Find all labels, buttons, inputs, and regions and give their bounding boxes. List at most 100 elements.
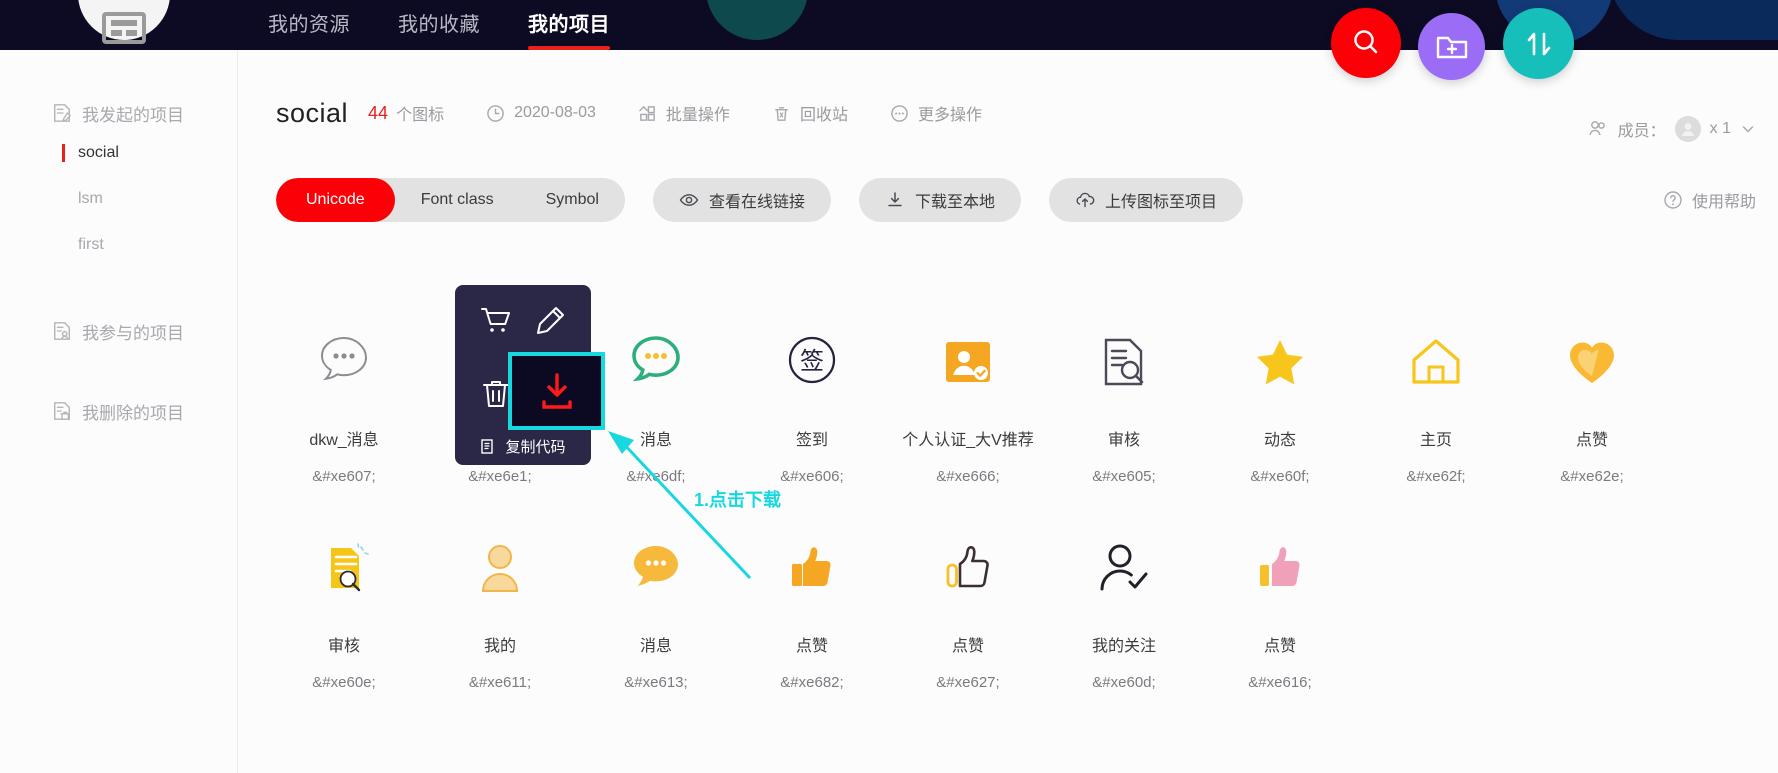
members-label: 成员： <box>1617 123 1666 140</box>
icon-card[interactable]: 个人认证_大V推荐 &#xe666; <box>890 300 1046 506</box>
icon-glyph <box>941 314 995 410</box>
download-local-button[interactable]: 下载至本地 <box>859 178 1022 222</box>
upload-icons-button[interactable]: 上传图标至项目 <box>1049 178 1244 222</box>
id-card-orange-icon <box>946 342 990 382</box>
icon-glyph <box>786 520 838 616</box>
icon-code: &#xe616; <box>1248 674 1312 691</box>
doc-trash-icon <box>54 402 70 420</box>
icon-glyph <box>1097 314 1151 410</box>
icon-card[interactable]: 我的 &#xe611; <box>422 506 578 712</box>
sidebar-item-first[interactable]: first <box>0 222 237 268</box>
folder-plus-icon <box>1436 36 1467 58</box>
view-online-link-button[interactable]: 查看在线链接 <box>652 178 831 222</box>
view-online-link-label: 查看在线链接 <box>708 194 805 211</box>
sort-arrows-icon <box>1527 32 1550 55</box>
help-link[interactable]: 使用帮助 <box>1663 188 1756 212</box>
search-fab[interactable] <box>1331 8 1401 78</box>
star-yellow-icon <box>1257 340 1303 385</box>
download-action-highlight[interactable] <box>508 352 605 430</box>
download-icon <box>541 373 572 409</box>
sidebar-group-my-created-projects[interactable]: 我发起的项目 <box>0 96 237 130</box>
more-operations-button[interactable]: 更多操作 <box>890 101 982 125</box>
icon-card[interactable]: 签 签到 &#xe606; <box>734 300 890 506</box>
sidebar-group-label: 我删除的项目 <box>82 403 184 423</box>
iconfont-logo-icon[interactable] <box>100 8 148 48</box>
icon-code: &#xe607; <box>312 468 376 485</box>
sign-in-circle-icon: 签 <box>788 336 836 384</box>
clock-icon <box>487 104 504 122</box>
annotation-label: 1.点击下载 <box>694 490 782 510</box>
copy-code-button[interactable]: 复制代码 <box>455 429 591 463</box>
icon-card[interactable]: 消息 &#xe613; <box>578 506 734 712</box>
tab-unicode[interactable]: Unicode <box>276 178 395 222</box>
icon-glyph: 签 <box>783 314 841 410</box>
doc-search-outline-icon <box>1104 338 1144 386</box>
sidebar: 我发起的项目 social lsm first 我参与的项目 我删除的项目 <box>0 50 238 773</box>
cart-icon[interactable] <box>480 305 512 337</box>
icon-card[interactable]: 审核 &#xe605; <box>1046 300 1202 506</box>
icon-card[interactable]: 点赞 &#xe627; <box>890 506 1046 712</box>
thumb-up-pink-icon <box>1260 547 1300 586</box>
icon-name: 点赞 <box>1575 432 1608 449</box>
icon-name: 我的 <box>483 638 516 655</box>
recycle-bin-button[interactable]: 回收站 <box>772 101 848 125</box>
nav-item-my-projects[interactable]: 我的项目 <box>528 0 610 50</box>
search-icon <box>1354 30 1378 54</box>
sidebar-group-deleted-projects[interactable]: 我删除的项目 <box>0 394 237 428</box>
icon-code: &#xe60f; <box>1250 468 1310 485</box>
icon-glyph <box>627 314 685 410</box>
icon-card[interactable]: 点赞 &#xe682; <box>734 506 890 712</box>
bubble-dots-green-icon <box>632 336 680 382</box>
icon-name: 我的关注 <box>1091 638 1156 655</box>
icon-glyph <box>1253 314 1307 410</box>
icon-glyph <box>1097 520 1151 616</box>
icon-glyph <box>1253 520 1307 616</box>
batch-icon <box>639 105 655 121</box>
icon-code: &#xe613; <box>624 674 688 691</box>
icon-code: &#xe611; <box>468 674 532 691</box>
project-header: social 44 个图标 2020-08-03 批量操作 回收站 更多操作 <box>276 92 982 134</box>
icon-hover-menu-row-top <box>455 285 591 357</box>
eye-icon <box>679 194 699 206</box>
icon-name: 个人认证_大V推荐 <box>902 432 1034 449</box>
icon-card[interactable]: 主页 &#xe62f; <box>1358 300 1514 506</box>
main-nav: 我的资源 我的收藏 我的项目 <box>268 0 610 50</box>
nav-item-my-favorites[interactable]: 我的收藏 <box>398 0 480 50</box>
icon-card[interactable]: 动态 &#xe60f; <box>1202 300 1358 506</box>
thumb-up-yellow-icon <box>792 547 831 586</box>
icon-name: 点赞 <box>1263 638 1296 655</box>
sidebar-item-social[interactable]: social <box>0 130 237 176</box>
copy-code-icon <box>481 438 494 454</box>
toolbar: Unicode Font class Symbol 查看在线链接 下载至本地 上… <box>276 178 1244 222</box>
bubble-dots-outline-icon <box>320 336 368 381</box>
nav-item-my-resources[interactable]: 我的资源 <box>268 0 350 50</box>
icon-card[interactable]: 我的关注 &#xe60d; <box>1046 506 1202 712</box>
chevron-down-icon[interactable] <box>1740 121 1756 137</box>
sidebar-group-joined-projects[interactable]: 我参与的项目 <box>0 314 237 348</box>
icon-card[interactable]: dkw_消息 &#xe607; <box>266 300 422 506</box>
icon-glyph <box>628 520 684 616</box>
members-control[interactable]: 成员： x 1 <box>1587 116 1756 142</box>
members-count: x 1 <box>1709 120 1731 137</box>
new-project-fab[interactable] <box>1418 13 1485 80</box>
more-operations-label: 更多操作 <box>917 107 982 124</box>
code-format-tabs: Unicode Font class Symbol <box>276 178 625 222</box>
svg-text:签: 签 <box>800 347 824 375</box>
icon-card[interactable]: 点赞 &#xe616; <box>1202 506 1358 712</box>
icon-name: 消息 <box>639 432 672 449</box>
avatar-person-icon <box>1681 123 1694 136</box>
icon-code: &#xe62e; <box>1560 468 1624 485</box>
sort-fab[interactable] <box>1503 8 1574 79</box>
tab-symbol[interactable]: Symbol <box>520 178 625 222</box>
icon-code: &#xe627; <box>936 674 1000 691</box>
tab-font-class[interactable]: Font class <box>395 178 520 222</box>
pencil-icon[interactable] <box>534 305 566 337</box>
icon-glyph <box>1565 314 1619 410</box>
user-check-dark-icon <box>1100 544 1148 591</box>
icon-name: 消息 <box>639 638 672 655</box>
icon-card[interactable]: 点赞 &#xe62e; <box>1514 300 1670 506</box>
more-dots-icon <box>891 104 908 122</box>
icon-card[interactable]: 审核 &#xe60e; <box>266 506 422 712</box>
batch-operation-button[interactable]: 批量操作 <box>638 101 730 125</box>
sidebar-item-lsm[interactable]: lsm <box>0 176 237 222</box>
